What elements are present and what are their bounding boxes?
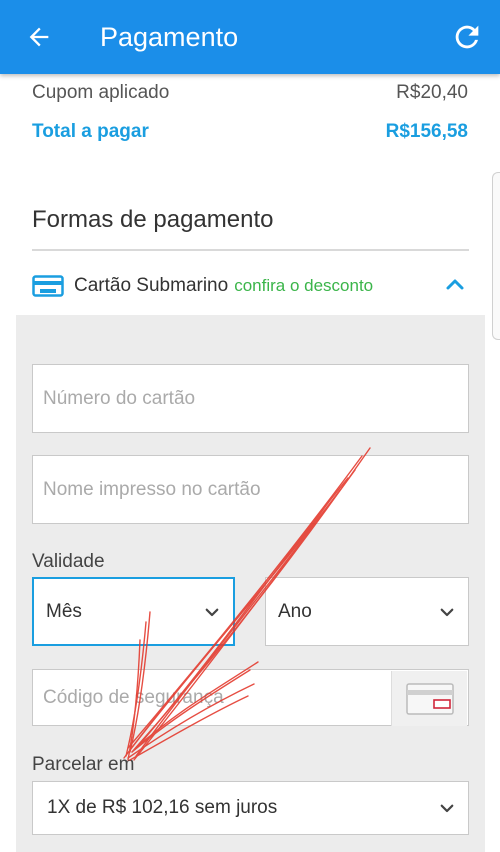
installments-label: Parcelar em (32, 754, 135, 775)
coupon-label: Cupom aplicado (32, 82, 170, 103)
security-code-placeholder: Código de segurança (43, 686, 224, 708)
total-label: Total a pagar (32, 121, 149, 142)
installments-select-value: 1X de R$ 102,16 sem juros (47, 797, 278, 818)
credit-card-icon (32, 275, 64, 297)
coupon-value: R$20,40 (396, 82, 468, 103)
page-title: Pagamento (100, 22, 239, 52)
refresh-button[interactable] (448, 18, 486, 56)
year-select[interactable]: Ano (265, 577, 469, 646)
card-name-input[interactable]: Nome impresso no cartão (32, 455, 469, 524)
year-select-value: Ano (278, 600, 312, 622)
refresh-icon (455, 25, 479, 49)
card-number-input[interactable]: Número do cartão (32, 364, 469, 433)
installments-select[interactable]: 1X de R$ 102,16 sem juros (32, 781, 469, 835)
payment-section-title: Formas de pagamento (32, 206, 274, 233)
month-select-value: Mês (46, 600, 82, 622)
chevron-down-icon (205, 608, 219, 616)
payment-method-header[interactable]: Cartão Submarino confira o desconto (32, 266, 468, 306)
chevron-down-icon (440, 608, 454, 616)
month-select[interactable]: Mês (32, 577, 235, 646)
coupon-row: Cupom aplicado R$20,40 (32, 82, 468, 104)
total-value: R$156,58 (385, 121, 468, 142)
back-button[interactable] (22, 20, 56, 54)
side-scroll-tab[interactable] (492, 172, 500, 340)
app-bar: Pagamento (0, 0, 500, 74)
discount-link[interactable]: confira o desconto (234, 276, 373, 296)
chevron-down-icon (440, 804, 454, 813)
card-back-icon (391, 671, 467, 726)
validity-label: Validade (32, 551, 105, 572)
security-code-input[interactable]: Código de segurança (32, 669, 469, 726)
payment-method-label: Cartão Submarino (74, 275, 229, 296)
chevron-up-icon[interactable] (442, 272, 468, 298)
arrow-left-icon (29, 27, 49, 47)
section-divider (32, 249, 469, 251)
total-row: Total a pagar R$156,58 (32, 121, 468, 143)
